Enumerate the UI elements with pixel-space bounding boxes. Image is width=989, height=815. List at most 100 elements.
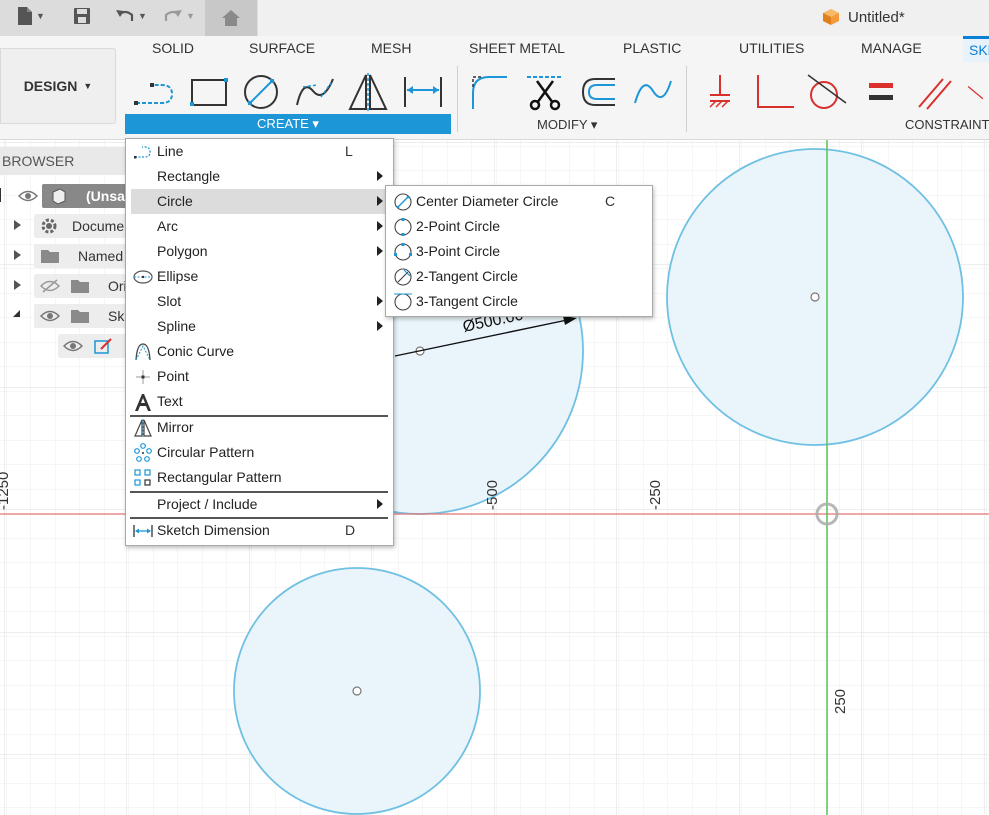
file-menu-button[interactable]: ▼ [10, 0, 52, 32]
tangent-constraint-button[interactable] [803, 70, 849, 114]
line-tool-button[interactable] [131, 70, 177, 114]
axis-label: -250 [647, 479, 664, 510]
undo-button[interactable]: ▼ [112, 0, 150, 32]
two-point-circle-icon [394, 218, 412, 236]
center-point[interactable] [810, 292, 820, 302]
tab-sheet-metal[interactable]: SHEET METAL [469, 40, 565, 56]
modify-panel-dropdown[interactable]: MODIFY ▾ [537, 117, 597, 133]
text-icon [135, 394, 151, 411]
create-panel-dropdown[interactable]: CREATE ▾ [125, 114, 451, 134]
spline-icon [296, 78, 334, 106]
change-parameters-tool-button[interactable] [630, 70, 676, 114]
menu-item-conic-curve[interactable]: Conic Curve [131, 339, 390, 364]
constraints-panel-dropdown[interactable]: CONSTRAINTS [905, 117, 989, 132]
ellipse-icon [133, 270, 153, 284]
submenu-arrow-icon [377, 221, 383, 231]
ribbon-toolbar: DESIGN ▼ SOLID SURFACE MESH SHEET METAL … [0, 36, 989, 140]
home-button[interactable] [205, 0, 257, 36]
menu-item-3-point-circle[interactable]: 3-Point Circle [390, 239, 649, 264]
offset-tool-button[interactable] [576, 70, 622, 114]
coincident-constraint-button[interactable] [962, 70, 989, 114]
spline-tool-button[interactable] [292, 70, 338, 114]
expand-arrow-icon[interactable] [14, 220, 21, 230]
expand-arrow-icon[interactable] [14, 250, 21, 260]
menu-item-rectangle[interactable]: Rectangle [131, 164, 390, 189]
sketch-dimension-icon [133, 525, 153, 537]
tangent-icon [807, 74, 847, 109]
center-point[interactable] [352, 686, 362, 696]
component-icon [52, 188, 66, 205]
expand-arrow-icon[interactable] [14, 280, 21, 290]
three-tangent-circle-icon [394, 293, 412, 311]
conic-curve-icon [135, 343, 151, 361]
curve-edit-icon [634, 80, 672, 104]
axis-label: -1250 [0, 471, 12, 510]
eye-icon[interactable] [18, 189, 38, 203]
perpendicular-constraint-button[interactable] [751, 70, 797, 114]
collapse-arrow-icon[interactable] [13, 310, 20, 317]
browser-item-root[interactable]: (Unsaved) [0, 184, 154, 208]
mirror-icon [348, 73, 388, 111]
menu-item-circular-pattern[interactable]: Circular Pattern [131, 440, 390, 465]
eye-hidden-icon[interactable] [40, 279, 60, 293]
browser-panel-header[interactable]: BROWSER [0, 147, 126, 175]
browser-item-origin[interactable]: Origin [0, 274, 145, 298]
menu-item-arc[interactable]: Arc [131, 214, 390, 239]
menu-item-3-tangent-circle[interactable]: 3-Tangent Circle [390, 289, 649, 314]
sketch-dimension-tool-button[interactable] [400, 70, 446, 114]
undo-icon [116, 10, 134, 21]
menu-item-spline[interactable]: Spline [131, 314, 390, 339]
menu-item-text[interactable]: Text [131, 389, 390, 414]
menu-item-polygon[interactable]: Polygon [131, 239, 390, 264]
menu-item-circle[interactable]: Circle [131, 189, 390, 214]
eye-icon[interactable] [40, 309, 60, 323]
point-icon [136, 370, 150, 384]
redo-button[interactable]: ▼ [160, 0, 198, 32]
collapse-marker [0, 188, 1, 202]
menu-item-2-point-circle[interactable]: 2-Point Circle [390, 214, 649, 239]
gear-icon [41, 218, 57, 234]
save-button[interactable] [70, 0, 94, 32]
tab-utilities[interactable]: UTILITIES [739, 40, 804, 56]
menu-item-project-include[interactable]: Project / Include [131, 492, 390, 517]
browser-item-sketches[interactable]: Sketches [0, 304, 166, 328]
browser-item-document-settings[interactable]: Document Settings [0, 214, 190, 238]
tab-surface[interactable]: SURFACE [249, 40, 315, 56]
parallel-constraint-button[interactable] [912, 70, 958, 114]
file-icon [18, 7, 33, 25]
perpendicular-icon [757, 75, 794, 108]
submenu-arrow-icon [377, 246, 383, 256]
menu-item-center-diameter-circle[interactable]: Center Diameter Circle C [390, 189, 649, 214]
folder-icon [41, 250, 59, 263]
document-tab[interactable]: Untitled* [822, 8, 905, 26]
menu-item-point[interactable]: Point [131, 364, 390, 389]
rectangle-tool-button[interactable] [185, 70, 231, 114]
menu-item-line[interactable]: Line L [131, 139, 390, 164]
browser-item-named-views[interactable]: Named Views [0, 244, 164, 268]
menu-item-sketch-dimension[interactable]: Sketch Dimension D [131, 518, 390, 543]
menu-item-rectangular-pattern[interactable]: Rectangular Pattern [131, 465, 390, 490]
circle-tool-button[interactable] [238, 70, 284, 114]
workspace-switcher[interactable]: DESIGN ▼ [0, 48, 116, 124]
menu-item-mirror[interactable]: Mirror [131, 415, 390, 440]
browser-item-sketch[interactable] [0, 334, 126, 358]
chevron-down-icon: ▼ [186, 11, 195, 21]
tab-sketch[interactable]: SKETCH [963, 36, 989, 62]
mirror-tool-button[interactable] [345, 70, 391, 114]
fix-constraint-button[interactable] [697, 70, 743, 114]
fillet-tool-button[interactable] [466, 70, 512, 114]
top-bar: ▼ ▼ ▼ Untitled* [0, 0, 989, 36]
tab-manage[interactable]: MANAGE [861, 40, 922, 56]
menu-item-slot[interactable]: Slot [131, 289, 390, 314]
equal-constraint-button[interactable] [858, 70, 904, 114]
eye-icon[interactable] [63, 339, 83, 353]
menu-item-ellipse[interactable]: Ellipse [131, 264, 390, 289]
mirror-icon [134, 419, 152, 437]
sketch-dimension-icon [404, 77, 442, 107]
tab-plastic[interactable]: PLASTIC [623, 40, 681, 56]
menu-item-2-tangent-circle[interactable]: 2-Tangent Circle [390, 264, 649, 289]
trim-tool-button[interactable] [522, 70, 568, 114]
circular-pattern-icon [134, 443, 152, 462]
tab-mesh[interactable]: MESH [371, 40, 411, 56]
tab-solid[interactable]: SOLID [152, 40, 194, 56]
